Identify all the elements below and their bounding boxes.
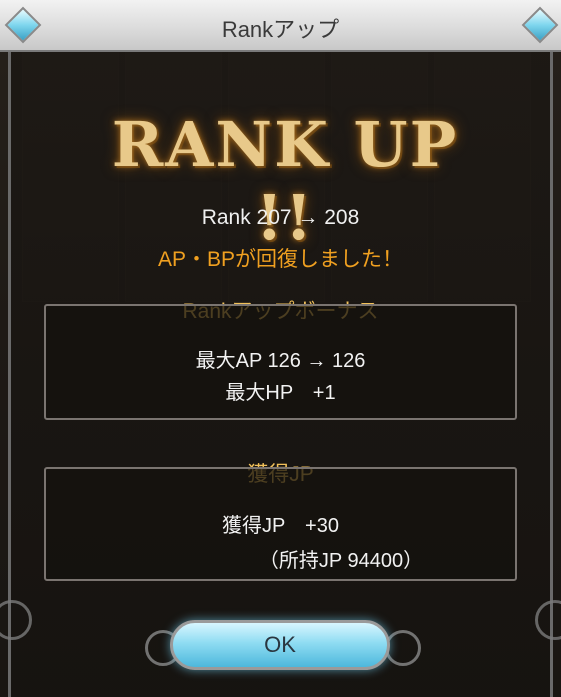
- jp-panel: 獲得JP +30 （所持JP 94400）: [44, 467, 517, 581]
- recovery-message: AP・BPが回復しました！: [157, 248, 404, 271]
- max-ap-text: 最大AP 126 → 126: [195, 350, 366, 372]
- max-hp-text: 最大HP +1: [225, 382, 336, 404]
- rank-up-banner: RANK UP !!: [100, 108, 470, 254]
- rank-change-text: Rank 207 → 208: [201, 206, 360, 229]
- dialog-titlebar: Rankアップ: [0, 0, 561, 52]
- rank-bonus-panel: 最大AP 126 → 126 最大HP +1: [44, 304, 517, 420]
- earned-jp-text: 獲得JP +30: [222, 515, 339, 537]
- ok-button[interactable]: OK: [170, 620, 390, 670]
- owned-jp-text: （所持JP 94400）: [258, 550, 424, 572]
- ornament-icon: [385, 630, 421, 666]
- dialog-title: Rankアップ: [221, 17, 340, 42]
